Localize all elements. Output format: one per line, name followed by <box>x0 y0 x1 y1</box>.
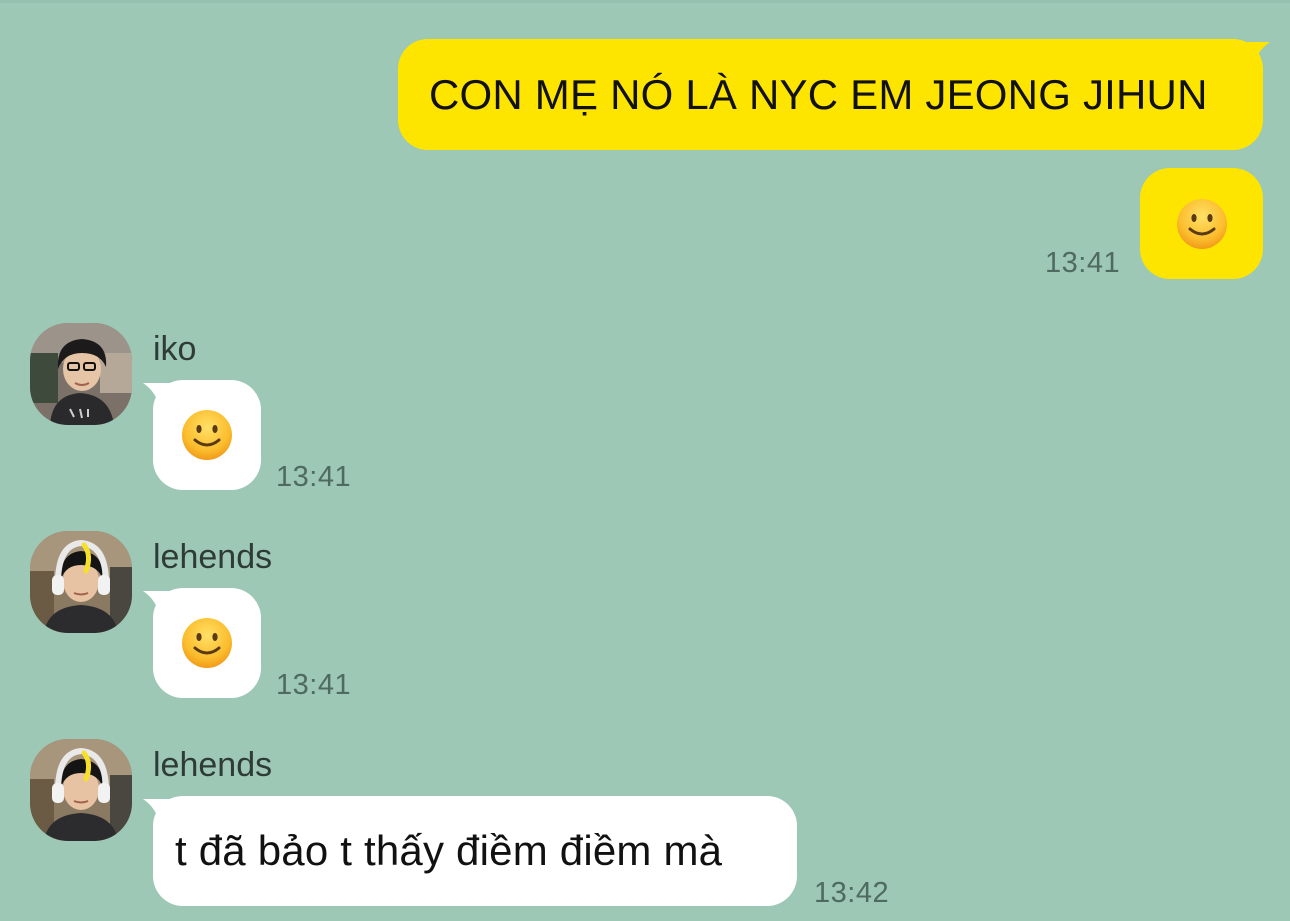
bubble-tail-right <box>1240 42 1270 64</box>
incoming-message-bubble[interactable]: t đã bảo t thấy điềm điềm mà <box>153 796 797 906</box>
message-timestamp: 13:42 <box>814 877 890 909</box>
outgoing-emoji-bubble[interactable] <box>1140 168 1263 279</box>
sender-name: lehends <box>153 746 273 784</box>
slightly-smiling-face-icon <box>1176 198 1227 249</box>
sender-name: lehends <box>153 538 273 576</box>
message-timestamp: 13:41 <box>276 461 352 493</box>
message-text: t đã bảo t thấy điềm điềm mà <box>175 827 723 874</box>
slightly-smiling-face-icon <box>182 618 232 668</box>
avatar[interactable] <box>30 531 132 633</box>
incoming-emoji-bubble[interactable] <box>153 588 261 698</box>
message-timestamp: 13:41 <box>276 669 352 701</box>
message-timestamp: 13:41 <box>1045 247 1121 279</box>
outgoing-message-bubble[interactable]: CON MẸ NÓ LÀ NYC EM JEONG JIHUN <box>398 39 1263 150</box>
slightly-smiling-face-icon <box>182 410 232 460</box>
previous-message-edge <box>0 0 1290 3</box>
sender-name: iko <box>153 330 197 368</box>
incoming-emoji-bubble[interactable] <box>153 380 261 490</box>
avatar[interactable] <box>30 739 132 841</box>
avatar[interactable] <box>30 323 132 425</box>
message-text: CON MẸ NÓ LÀ NYC EM JEONG JIHUN <box>429 70 1208 118</box>
